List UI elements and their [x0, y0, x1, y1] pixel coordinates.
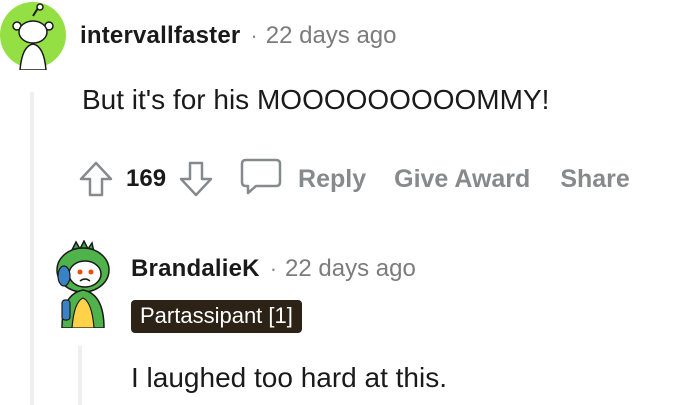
upvote-arrow-icon[interactable] — [78, 159, 114, 199]
vote-count: 169 — [126, 165, 167, 192]
snoo-avatar-green-icon — [0, 2, 66, 71]
comment-bubble-icon — [240, 156, 282, 203]
user-flair-badge: Partassipant [1] — [131, 300, 302, 333]
comment-body-nested: I laughed too hard at this. — [131, 362, 447, 393]
username-link-nested[interactable]: BrandalieK — [131, 255, 260, 283]
share-button[interactable]: Share — [560, 165, 629, 194]
comment-timestamp-nested[interactable]: 22 days ago — [285, 255, 416, 283]
reply-label: Reply — [298, 164, 367, 193]
snoo-avatar-dino-hood-icon — [56, 239, 110, 329]
comment-action-bar: 169 Reply Give Award Share — [78, 152, 630, 206]
thread-line-nested[interactable] — [78, 346, 82, 405]
separator-dot: · — [250, 23, 258, 48]
downvote-arrow-icon[interactable] — [178, 159, 214, 199]
separator-dot-nested: · — [269, 256, 278, 281]
username-link[interactable]: intervallfaster — [80, 22, 240, 50]
give-award-button[interactable]: Give Award — [394, 165, 530, 194]
thread-line[interactable] — [30, 92, 34, 405]
comment-header: intervallfaster · 22 days ago — [80, 22, 397, 50]
user-avatar[interactable] — [0, 0, 66, 71]
comment-timestamp[interactable]: 22 days ago — [266, 22, 397, 50]
reply-button[interactable]: Reply — [240, 156, 366, 203]
comment-body: But it's for his MOOOOOOOOOMMY! — [82, 84, 550, 115]
user-avatar-nested[interactable] — [50, 239, 116, 329]
comment-header-nested: BrandalieK · 22 days ago — [131, 255, 416, 283]
